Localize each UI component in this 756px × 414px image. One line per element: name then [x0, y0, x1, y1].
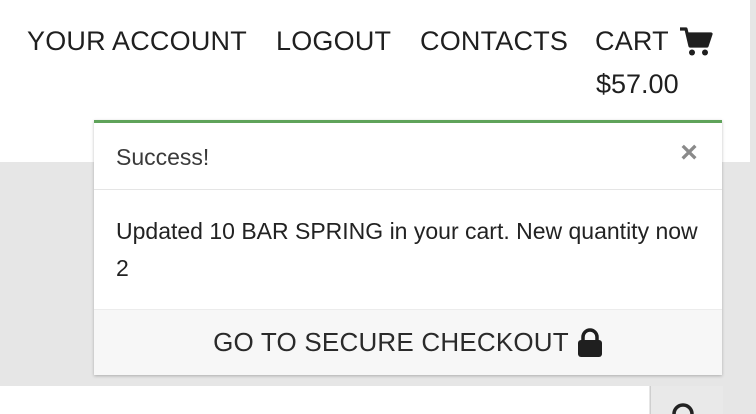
search-icon — [672, 403, 694, 414]
search-button[interactable] — [650, 386, 723, 414]
toast-message: Updated 10 BAR SPRING in your cart. New … — [116, 218, 698, 281]
cart-label: CART — [595, 26, 669, 56]
toast-title: Success! — [116, 144, 210, 170]
nav-contacts-link[interactable]: CONTACTS — [420, 26, 568, 57]
page: YOUR ACCOUNT LOGOUT CONTACTS CART $57.00… — [0, 0, 756, 414]
close-icon[interactable]: × — [676, 137, 702, 169]
success-toast: Success! × Updated 10 BAR SPRING in your… — [94, 120, 722, 375]
nav-logout-link[interactable]: LOGOUT — [276, 26, 391, 57]
secure-checkout-button[interactable]: GO TO SECURE CHECKOUT — [94, 309, 722, 375]
shopping-cart-icon — [679, 26, 713, 55]
nav-cart-link[interactable]: CART — [595, 26, 713, 57]
cart-total: $57.00 — [596, 69, 679, 99]
nav-your-account-link[interactable]: YOUR ACCOUNT — [27, 26, 247, 57]
toast-header: Success! × — [94, 123, 722, 190]
search-input[interactable] — [0, 386, 649, 414]
checkout-label: GO TO SECURE CHECKOUT — [213, 327, 569, 357]
lock-icon — [577, 327, 602, 357]
scrollbar-edge — [750, 0, 756, 162]
